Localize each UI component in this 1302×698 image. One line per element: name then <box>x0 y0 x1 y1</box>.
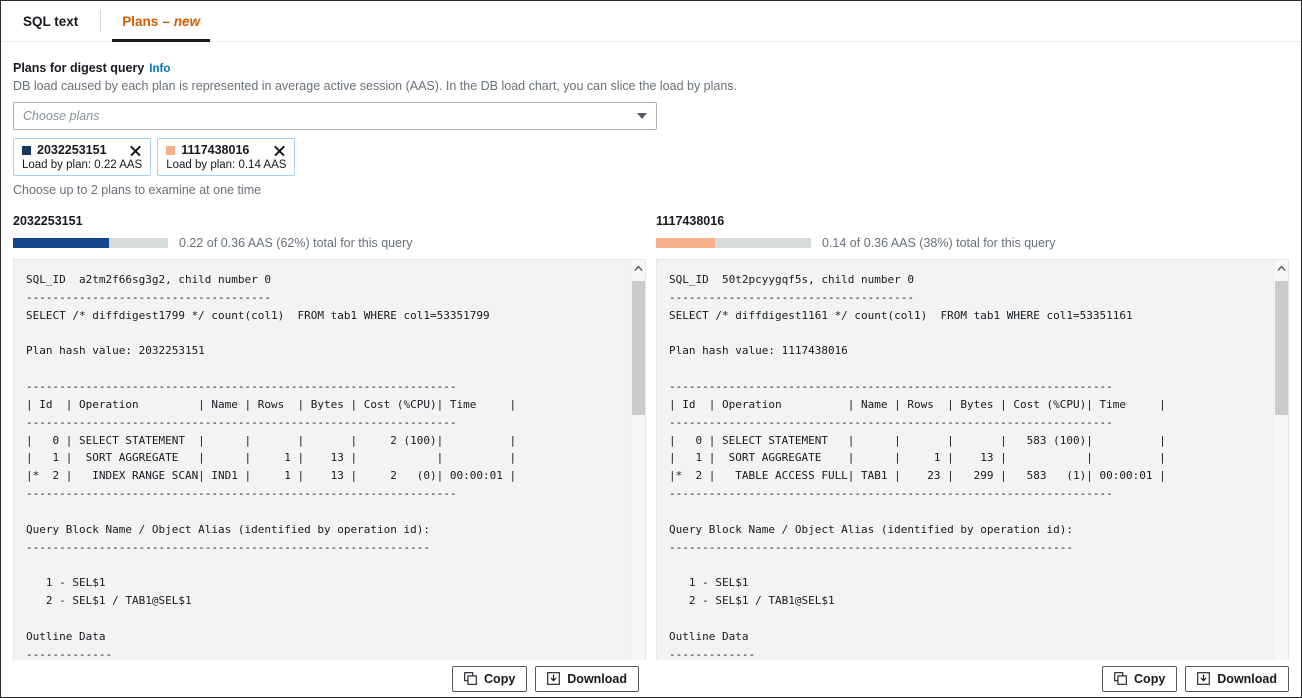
tab-bar: SQL text Plans – new <box>1 1 1301 42</box>
plan-code-body: SQL_ID 50t2pcyygqf5s, child number 0 ---… <box>657 260 1273 677</box>
plan-code-panel: SQL_ID 50t2pcyygqf5s, child number 0 ---… <box>656 259 1289 678</box>
page-title: Plans for digest query Info <box>13 60 1289 77</box>
download-button[interactable]: Download <box>535 666 639 692</box>
download-button[interactable]: Download <box>1185 666 1289 692</box>
scrollbar-thumb[interactable] <box>1275 281 1288 415</box>
right-panel-actions: Copy Download <box>651 660 1301 697</box>
download-button-label: Download <box>1217 672 1277 686</box>
plan-load-bar-label: 0.22 of 0.36 AAS (62%) total for this qu… <box>179 236 412 250</box>
plan-panel-title: 2032253151 <box>13 213 646 229</box>
copy-icon <box>464 672 477 685</box>
plan-code-panel: SQL_ID a2tm2f66sg3g2, child number 0 ---… <box>13 259 646 678</box>
tab-plans-label: Plans <box>122 14 158 29</box>
copy-button[interactable]: Copy <box>1102 666 1177 692</box>
tab-sql-text[interactable]: SQL text <box>1 1 100 41</box>
plans-page: SQL text Plans – new Plans for digest qu… <box>0 0 1302 698</box>
tab-plans[interactable]: Plans – new <box>100 1 222 41</box>
copy-button[interactable]: Copy <box>452 666 527 692</box>
page-content: Plans for digest query Info DB load cause… <box>1 60 1301 678</box>
plan-load-bar-label: 0.14 of 0.36 AAS (38%) total for this qu… <box>822 236 1055 250</box>
scrollbar-track[interactable] <box>631 277 646 660</box>
download-icon <box>547 672 560 685</box>
scrollbar-track[interactable] <box>1274 277 1289 660</box>
plan-load-bar-row: 0.22 of 0.36 AAS (62%) total for this qu… <box>13 236 646 250</box>
plan-token-id: 1117438016 <box>181 143 259 157</box>
plan-color-swatch <box>166 146 175 155</box>
plan-token-1117438016[interactable]: 1117438016 Load by plan: 0.14 AAS <box>157 138 295 176</box>
copy-button-label: Copy <box>484 672 515 686</box>
plan-panel-title: 1117438016 <box>656 213 1289 229</box>
copy-icon <box>1114 672 1127 685</box>
plan-load-bar-track <box>656 238 811 248</box>
vertical-scrollbar[interactable] <box>630 260 645 677</box>
close-icon[interactable] <box>273 144 286 157</box>
plan-limit-hint: Choose up to 2 plans to examine at one t… <box>13 183 1289 197</box>
close-icon[interactable] <box>129 144 142 157</box>
selected-plan-tokens: 2032253151 Load by plan: 0.22 AAS 111743… <box>13 138 1289 176</box>
plan-token-load: Load by plan: 0.14 AAS <box>166 159 286 171</box>
chevron-down-icon <box>637 113 647 119</box>
plan-select-placeholder: Choose plans <box>23 109 637 123</box>
plan-load-bar-fill <box>656 238 715 248</box>
chevron-up-icon[interactable] <box>631 260 646 277</box>
plan-code-body: SQL_ID a2tm2f66sg3g2, child number 0 ---… <box>14 260 630 677</box>
plan-panel-left: 2032253151 0.22 of 0.36 AAS (62%) total … <box>13 213 646 678</box>
plan-code-text[interactable]: SQL_ID 50t2pcyygqf5s, child number 0 ---… <box>669 271 1263 664</box>
plan-select[interactable]: Choose plans <box>13 102 657 130</box>
tab-plans-separator: – <box>162 14 170 29</box>
plan-token-header: 1117438016 <box>166 143 286 157</box>
page-description: DB load caused by each plan is represent… <box>13 78 1289 95</box>
plan-token-id: 2032253151 <box>37 143 115 157</box>
chevron-up-icon[interactable] <box>1274 260 1289 277</box>
plan-token-header: 2032253151 <box>22 143 142 157</box>
page-title-text: Plans for digest query <box>13 61 144 75</box>
plan-comparison-panels: 2032253151 0.22 of 0.36 AAS (62%) total … <box>13 213 1289 678</box>
download-button-label: Download <box>567 672 627 686</box>
scrollbar-thumb[interactable] <box>632 281 645 415</box>
tab-sql-text-label: SQL text <box>23 14 78 29</box>
copy-button-label: Copy <box>1134 672 1165 686</box>
panel-actions-footer: Copy Download <box>1 660 1301 697</box>
left-panel-actions: Copy Download <box>1 660 651 697</box>
plan-color-swatch <box>22 146 31 155</box>
plan-panel-right: 1117438016 0.14 of 0.36 AAS (38%) total … <box>656 213 1289 678</box>
plan-code-text[interactable]: SQL_ID a2tm2f66sg3g2, child number 0 ---… <box>26 271 620 664</box>
tab-plans-new-badge: new <box>174 14 200 29</box>
plan-load-bar-track <box>13 238 168 248</box>
plan-token-load: Load by plan: 0.22 AAS <box>22 159 142 171</box>
info-link[interactable]: Info <box>149 63 170 75</box>
download-icon <box>1197 672 1210 685</box>
plan-token-2032253151[interactable]: 2032253151 Load by plan: 0.22 AAS <box>13 138 151 176</box>
plan-load-bar-fill <box>13 238 109 248</box>
plan-load-bar-row: 0.14 of 0.36 AAS (38%) total for this qu… <box>656 236 1289 250</box>
vertical-scrollbar[interactable] <box>1273 260 1288 677</box>
